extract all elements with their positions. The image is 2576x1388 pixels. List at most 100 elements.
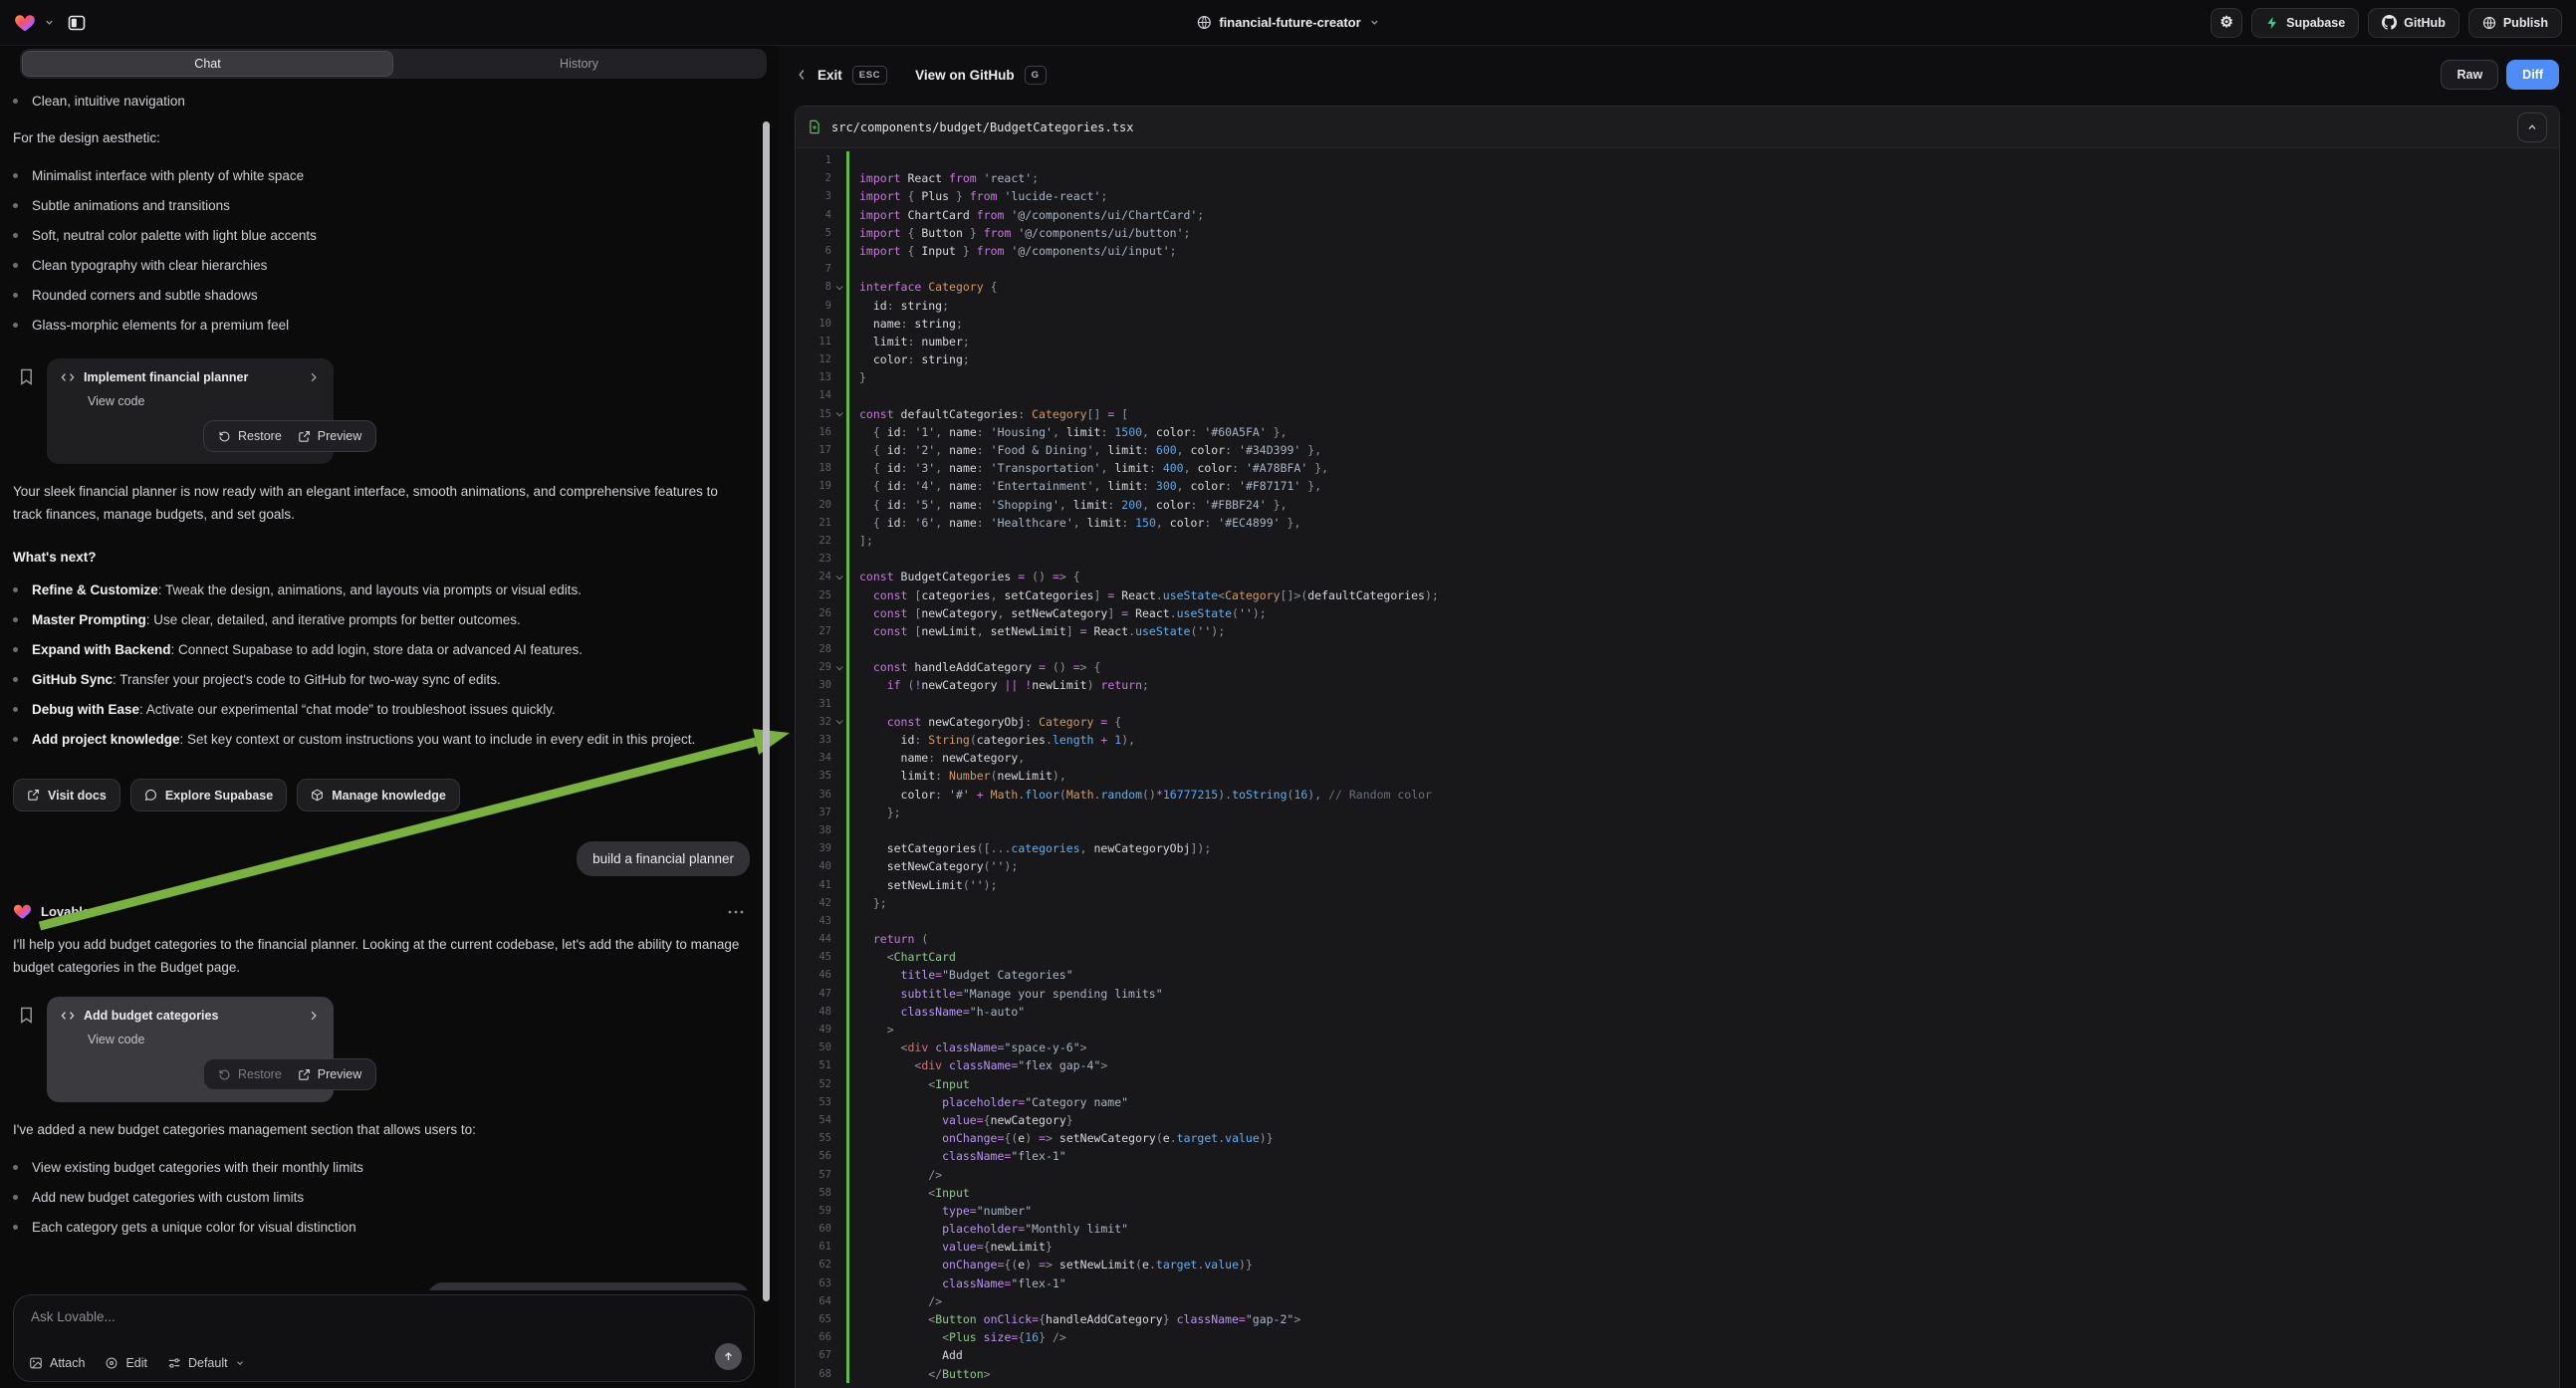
fold-gutter <box>831 151 846 169</box>
send-button[interactable] <box>715 1343 742 1370</box>
code-text <box>846 695 866 713</box>
code-edit-title: Implement financial planner <box>84 370 299 384</box>
fold-gutter <box>831 333 846 350</box>
tab-chat[interactable]: Chat <box>22 51 393 77</box>
code-line: 48 className="h-auto" <box>796 1003 2559 1021</box>
line-number: 26 <box>796 604 831 622</box>
code-line: 5import { Button } from '@/components/ui… <box>796 224 2559 242</box>
code-line: 28 <box>796 640 2559 658</box>
fold-gutter <box>831 1129 846 1147</box>
chat-panel: Chat History Clean, intuitive navigation… <box>0 46 779 1388</box>
code-line: 34 name: newCategory, <box>796 749 2559 767</box>
globe-icon <box>1196 15 1211 30</box>
exit-group: Exit ESC View on GitHub G <box>796 66 1047 85</box>
project-switcher[interactable]: financial-future-creator <box>1196 15 1379 30</box>
line-number: 53 <box>796 1093 831 1111</box>
fold-chevron-icon[interactable] <box>831 658 846 676</box>
fold-gutter <box>831 224 846 242</box>
fold-gutter <box>831 1075 846 1093</box>
visit-docs-button[interactable]: Visit docs <box>13 779 120 811</box>
list-item: Clean typography with clear hierarchies <box>13 256 750 275</box>
chat-input[interactable]: Ask Lovable... <box>31 1309 116 1324</box>
tab-history[interactable]: History <box>393 51 765 77</box>
bullet-dot <box>13 647 18 652</box>
fold-chevron-icon[interactable] <box>831 278 846 296</box>
line-number: 37 <box>796 804 831 821</box>
code-text: const [newLimit, setNewLimit] = React.us… <box>846 622 1225 640</box>
view-code-link[interactable]: View code <box>88 1033 320 1046</box>
code-text: color: '#' + Math.floor(Math.random()*16… <box>846 786 1432 804</box>
sidebar-toggle-button[interactable] <box>67 13 87 33</box>
preview-button[interactable]: Preview <box>298 1067 361 1081</box>
line-number: 21 <box>796 514 831 532</box>
fold-gutter <box>831 315 846 333</box>
restore-button[interactable]: Restore <box>218 429 282 443</box>
github-button[interactable]: GitHub <box>2368 8 2459 38</box>
code-line: 1 <box>796 151 2559 169</box>
line-number: 67 <box>796 1346 831 1364</box>
lovable-logo[interactable] <box>14 12 36 34</box>
code-editor[interactable]: 1 2import React from 'react';3import { P… <box>796 148 2559 1383</box>
main-layout: Chat History Clean, intuitive navigation… <box>0 46 2576 1388</box>
gear-icon: ⚙ <box>2220 15 2232 30</box>
code-line: 42 }; <box>796 894 2559 912</box>
code-text: <div className="space-y-6"> <box>846 1039 1087 1056</box>
code-text: type="number" <box>846 1202 1032 1220</box>
line-number: 25 <box>796 586 831 604</box>
publish-label: Publish <box>2503 16 2548 30</box>
code-text: const [categories, setCategories] = Reac… <box>846 586 1439 604</box>
chat-composer[interactable]: Ask Lovable... Attach Edit Default <box>13 1294 755 1382</box>
manage-knowledge-button[interactable]: Manage knowledge <box>297 779 460 811</box>
file-path: src/components/budget/BudgetCategories.t… <box>831 120 2507 134</box>
github-icon <box>2382 15 2397 30</box>
code-line: 14 <box>796 386 2559 404</box>
publish-button[interactable]: Publish <box>2468 8 2562 38</box>
chat-scrollbar[interactable] <box>763 121 770 1301</box>
diff-button[interactable]: Diff <box>2506 60 2559 90</box>
line-number: 58 <box>796 1184 831 1202</box>
topbar-left <box>14 12 87 34</box>
chevron-right-icon <box>308 1010 320 1022</box>
preview-label: Preview <box>318 429 361 443</box>
file-header[interactable]: src/components/budget/BudgetCategories.t… <box>796 107 2559 148</box>
fold-chevron-icon[interactable] <box>831 568 846 585</box>
more-options-icon[interactable] <box>728 910 744 914</box>
fold-gutter <box>831 1310 846 1328</box>
bookmark-icon[interactable] <box>19 1007 34 1102</box>
chevron-left-icon[interactable] <box>796 68 808 82</box>
chevron-down-icon[interactable] <box>44 17 55 28</box>
raw-button[interactable]: Raw <box>2441 60 2498 90</box>
bookmark-icon[interactable] <box>19 368 34 464</box>
exit-button[interactable]: Exit <box>818 68 842 83</box>
edit-button[interactable]: Edit <box>105 1356 147 1370</box>
code-text <box>846 386 866 404</box>
fold-gutter <box>831 604 846 622</box>
collapse-button[interactable] <box>2517 113 2547 142</box>
supabase-button[interactable]: Supabase <box>2251 8 2359 38</box>
quick-actions: Visit docs Explore Supabase Manage knowl… <box>13 779 750 811</box>
code-line: 58 <Input <box>796 1184 2559 1202</box>
settings-button[interactable]: ⚙ <box>2211 8 2242 38</box>
fold-chevron-icon[interactable] <box>831 713 846 731</box>
code-line: 29 const handleAddCategory = () => { <box>796 658 2559 676</box>
chat-messages: Clean, intuitive navigation For the desi… <box>13 88 750 1290</box>
fold-chevron-icon[interactable] <box>831 405 846 423</box>
restore-button[interactable]: Restore <box>218 1067 282 1081</box>
file-plus-icon <box>808 119 821 134</box>
fold-gutter <box>831 477 846 495</box>
attach-button[interactable]: Attach <box>29 1356 85 1370</box>
code-line: 62 onChange={(e) => setNewLimit(e.target… <box>796 1256 2559 1273</box>
explore-supabase-button[interactable]: Explore Supabase <box>130 779 287 811</box>
code-line: 31 <box>796 695 2559 713</box>
mode-selector[interactable]: Default <box>167 1356 245 1370</box>
view-on-github-button[interactable]: View on GitHub <box>915 68 1015 83</box>
code-edit-title: Add budget categories <box>84 1009 299 1023</box>
line-number: 7 <box>796 260 831 278</box>
code-line: 44 return ( <box>796 930 2559 948</box>
preview-button[interactable]: Preview <box>298 429 361 443</box>
line-number: 33 <box>796 731 831 749</box>
code-text: className="flex-1" <box>846 1147 1066 1165</box>
view-code-link[interactable]: View code <box>88 394 320 408</box>
code-line: 8interface Category { <box>796 278 2559 296</box>
edit-label: Edit <box>125 1356 147 1370</box>
